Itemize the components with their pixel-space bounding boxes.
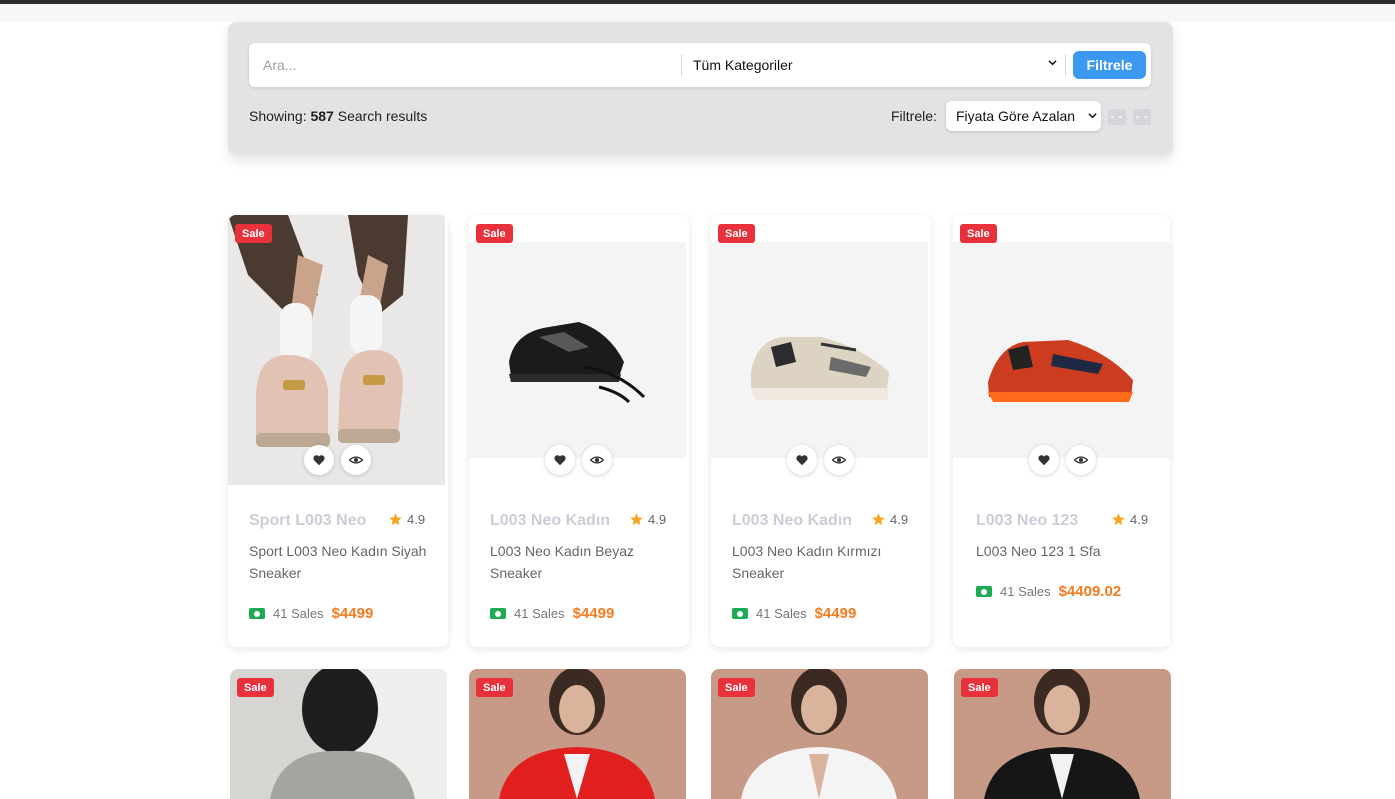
sale-badge: Sale — [237, 678, 274, 697]
sale-badge: Sale — [961, 678, 998, 697]
category-select-value: Tüm Kategoriler — [693, 57, 793, 73]
product-image[interactable] — [469, 242, 686, 458]
product-name[interactable]: Sport L003 Neo — [249, 512, 366, 530]
money-icon — [249, 608, 265, 619]
category-select[interactable]: Tüm Kategoriler — [682, 43, 1065, 87]
results-summary: Showing: 587 Search results — [249, 108, 427, 124]
product-meta: 41 Sales $4499 — [490, 605, 614, 622]
eye-icon — [349, 456, 363, 464]
quick-view-button[interactable] — [341, 445, 371, 475]
star-icon — [630, 513, 643, 526]
wishlist-button[interactable] — [1029, 445, 1059, 475]
product-photo-black-sneaker — [469, 242, 686, 458]
product-price: $4499 — [331, 605, 374, 622]
product-card[interactable]: Sale L003 Neo Kadın 4.9 L003 Neo Kadın K… — [711, 215, 931, 647]
product-card[interactable]: Sale — [954, 669, 1171, 799]
product-image[interactable] — [953, 242, 1170, 458]
sale-badge: Sale — [476, 224, 513, 243]
eye-icon — [832, 456, 846, 464]
heart-icon — [796, 455, 808, 466]
star-icon — [872, 513, 885, 526]
heart-icon — [313, 455, 325, 466]
product-price: $4499 — [572, 605, 615, 622]
money-icon — [732, 608, 748, 619]
chevron-down-icon — [1088, 113, 1097, 119]
sales-count: 41 Sales — [273, 606, 324, 621]
eye-icon — [1074, 456, 1088, 464]
wishlist-button[interactable] — [545, 445, 575, 475]
sort-label: Filtrele: — [891, 108, 937, 124]
rating-value: 4.9 — [890, 512, 909, 527]
product-description: L003 Neo Kadın Kırmızı Sneaker — [732, 543, 882, 581]
chevron-down-icon — [1048, 60, 1057, 66]
product-photo-loafers — [228, 215, 445, 485]
sale-badge: Sale — [718, 678, 755, 697]
sales-count: 41 Sales — [1000, 584, 1051, 599]
sales-count: 41 Sales — [756, 606, 807, 621]
wishlist-button[interactable] — [304, 445, 334, 475]
sale-badge: Sale — [718, 224, 755, 243]
product-photo-beige-sneaker — [711, 242, 928, 458]
search-input[interactable] — [249, 43, 681, 87]
product-rating: 4.9 — [388, 512, 425, 527]
star-icon — [1112, 513, 1125, 526]
sale-badge: Sale — [476, 678, 513, 697]
product-meta: 41 Sales $4499 — [732, 605, 856, 622]
rating-value: 4.9 — [648, 512, 667, 527]
top-strip — [0, 4, 1395, 22]
eye-icon — [590, 456, 604, 464]
product-image[interactable] — [711, 242, 928, 458]
filter-panel: Tüm Kategoriler Filtrele Showing: 587 Se… — [228, 22, 1173, 155]
results-count: 587 — [310, 108, 334, 124]
filter-button[interactable]: Filtrele — [1073, 51, 1146, 79]
product-description: L003 Neo Kadın Beyaz Sneaker — [490, 543, 634, 581]
product-rating: 4.9 — [1111, 512, 1148, 527]
sort-select-value: Fiyata Göre Azalan — [956, 108, 1076, 124]
quick-view-button[interactable] — [1066, 445, 1096, 475]
product-card[interactable]: Sale — [711, 669, 928, 799]
sort-select[interactable]: Fiyata Göre Azalan — [946, 101, 1101, 131]
star-icon — [389, 513, 402, 526]
heart-icon — [1038, 455, 1050, 466]
product-card[interactable]: Sale L003 Neo 123 4.9 L003 Neo 123 1 Sfa… — [953, 215, 1170, 647]
product-name[interactable]: L003 Neo Kadın — [732, 512, 852, 530]
product-price: $4499 — [814, 605, 857, 622]
product-meta: 41 Sales $4499 — [249, 605, 373, 622]
divider — [1065, 54, 1066, 76]
heart-icon — [554, 455, 566, 466]
wishlist-button[interactable] — [787, 445, 817, 475]
sales-count: 41 Sales — [514, 606, 565, 621]
product-price: $4409.02 — [1058, 583, 1122, 600]
product-meta: 41 Sales $4409.02 — [976, 583, 1121, 600]
quick-view-button[interactable] — [582, 445, 612, 475]
product-name[interactable]: L003 Neo 123 — [976, 512, 1078, 530]
money-icon — [490, 608, 506, 619]
sale-badge: Sale — [235, 224, 272, 243]
product-description: Sport L003 Neo Kadın Siyah Sneaker — [249, 543, 427, 581]
product-image[interactable] — [228, 215, 445, 485]
product-photo-red-sneaker — [953, 242, 1170, 458]
results-prefix: Showing: — [249, 108, 307, 124]
product-card[interactable]: Sale — [230, 669, 447, 799]
rating-value: 4.9 — [407, 512, 426, 527]
product-name[interactable]: L003 Neo Kadın — [490, 512, 610, 530]
sale-badge: Sale — [960, 224, 997, 243]
money-icon — [976, 586, 992, 597]
grid-view-button[interactable] — [1108, 109, 1126, 125]
search-bar: Tüm Kategoriler Filtrele — [249, 43, 1151, 87]
product-description: L003 Neo 123 1 Sfa — [976, 543, 1101, 559]
results-suffix: Search results — [337, 108, 428, 124]
product-card[interactable]: Sale L003 Neo Kadın 4.9 L003 Neo Kadın B… — [469, 215, 689, 647]
product-card[interactable]: Sale — [469, 669, 686, 799]
rating-value: 4.9 — [1130, 512, 1149, 527]
product-rating: 4.9 — [629, 512, 666, 527]
list-view-button[interactable] — [1133, 109, 1151, 125]
product-rating: 4.9 — [871, 512, 908, 527]
quick-view-button[interactable] — [824, 445, 854, 475]
product-card[interactable]: Sale Sport L003 Neo 4.9 Sport L003 Neo K… — [228, 215, 448, 647]
